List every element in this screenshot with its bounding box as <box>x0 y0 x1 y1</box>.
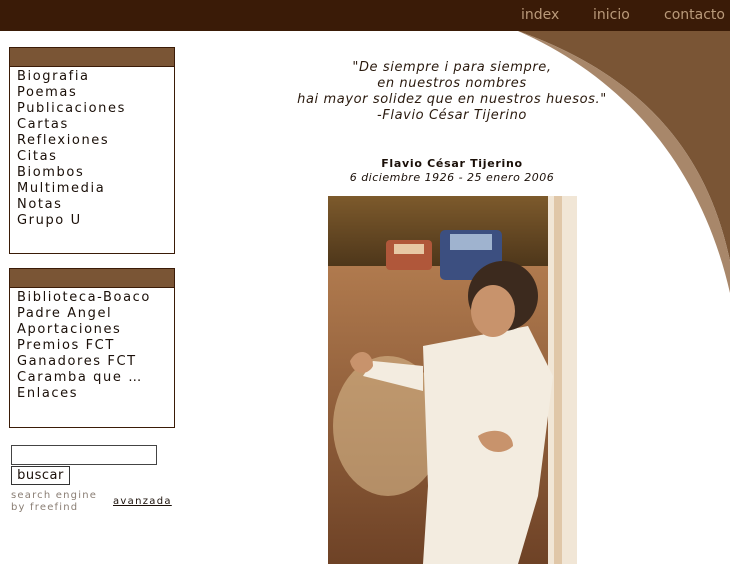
sidebar-menu-header <box>10 269 174 288</box>
sidebar-item-padre-angel[interactable]: Padre Angel <box>17 306 174 322</box>
sidebar-menu-secondary: Biblioteca-Boaco Padre Angel Aportacione… <box>9 268 175 428</box>
search-engine-line: by freefind <box>11 502 79 513</box>
sidebar-item-multimedia[interactable]: Multimedia <box>17 181 174 197</box>
sidebar-item-aportaciones[interactable]: Aportaciones <box>17 322 174 338</box>
author-photo <box>328 196 577 564</box>
sidebar-item-publicaciones[interactable]: Publicaciones <box>17 101 174 117</box>
search-input[interactable] <box>11 445 157 465</box>
search-button[interactable]: buscar <box>11 466 70 485</box>
quote-author: -Flavio César Tijerino <box>377 108 527 123</box>
epigraph-quote: "De siempre i para siempre, en nuestros … <box>250 60 654 124</box>
advanced-search-link[interactable]: avanzada <box>113 496 172 507</box>
sidebar-item-cartas[interactable]: Cartas <box>17 117 174 133</box>
sidebar-item-biografia[interactable]: Biografia <box>17 69 174 85</box>
author-dates: 6 diciembre 1926 - 25 enero 2006 <box>349 171 555 184</box>
sidebar-item-reflexiones[interactable]: Reflexiones <box>17 133 174 149</box>
sidebar-item-ganadores-fct[interactable]: Ganadores FCT <box>17 354 174 370</box>
sidebar-item-poemas[interactable]: Poemas <box>17 85 174 101</box>
sidebar-item-premios-fct[interactable]: Premios FCT <box>17 338 174 354</box>
sidebar-item-enlaces[interactable]: Enlaces <box>17 386 174 402</box>
author-name: Flavio César Tijerino <box>381 157 523 170</box>
search-engine-credit: search engine by freefind <box>11 490 97 514</box>
nav-link-contacto[interactable]: contacto <box>664 7 725 23</box>
sidebar-menu-header <box>10 48 174 67</box>
sidebar-item-citas[interactable]: Citas <box>17 149 174 165</box>
top-bar: index inicio contacto <box>0 0 730 31</box>
nav-link-inicio[interactable]: inicio <box>593 7 630 23</box>
nav-link-index[interactable]: index <box>521 7 559 23</box>
quote-line: "De siempre i para siempre, <box>352 60 552 75</box>
sidebar-menu-main: Biografia Poemas Publicaciones Cartas Re… <box>9 47 175 254</box>
sidebar-item-biombos[interactable]: Biombos <box>17 165 174 181</box>
quote-line: en nuestros nombres <box>377 76 527 91</box>
sidebar-item-grupo-u[interactable]: Grupo U <box>17 213 174 229</box>
sidebar-item-caramba-que[interactable]: Caramba que … <box>17 370 174 386</box>
sidebar-item-biblioteca-boaco[interactable]: Biblioteca-Boaco <box>17 290 174 306</box>
search-engine-line: search engine <box>11 490 98 501</box>
quote-line: hai mayor solidez que en nuestros huesos… <box>297 92 607 107</box>
sidebar-item-notas[interactable]: Notas <box>17 197 174 213</box>
